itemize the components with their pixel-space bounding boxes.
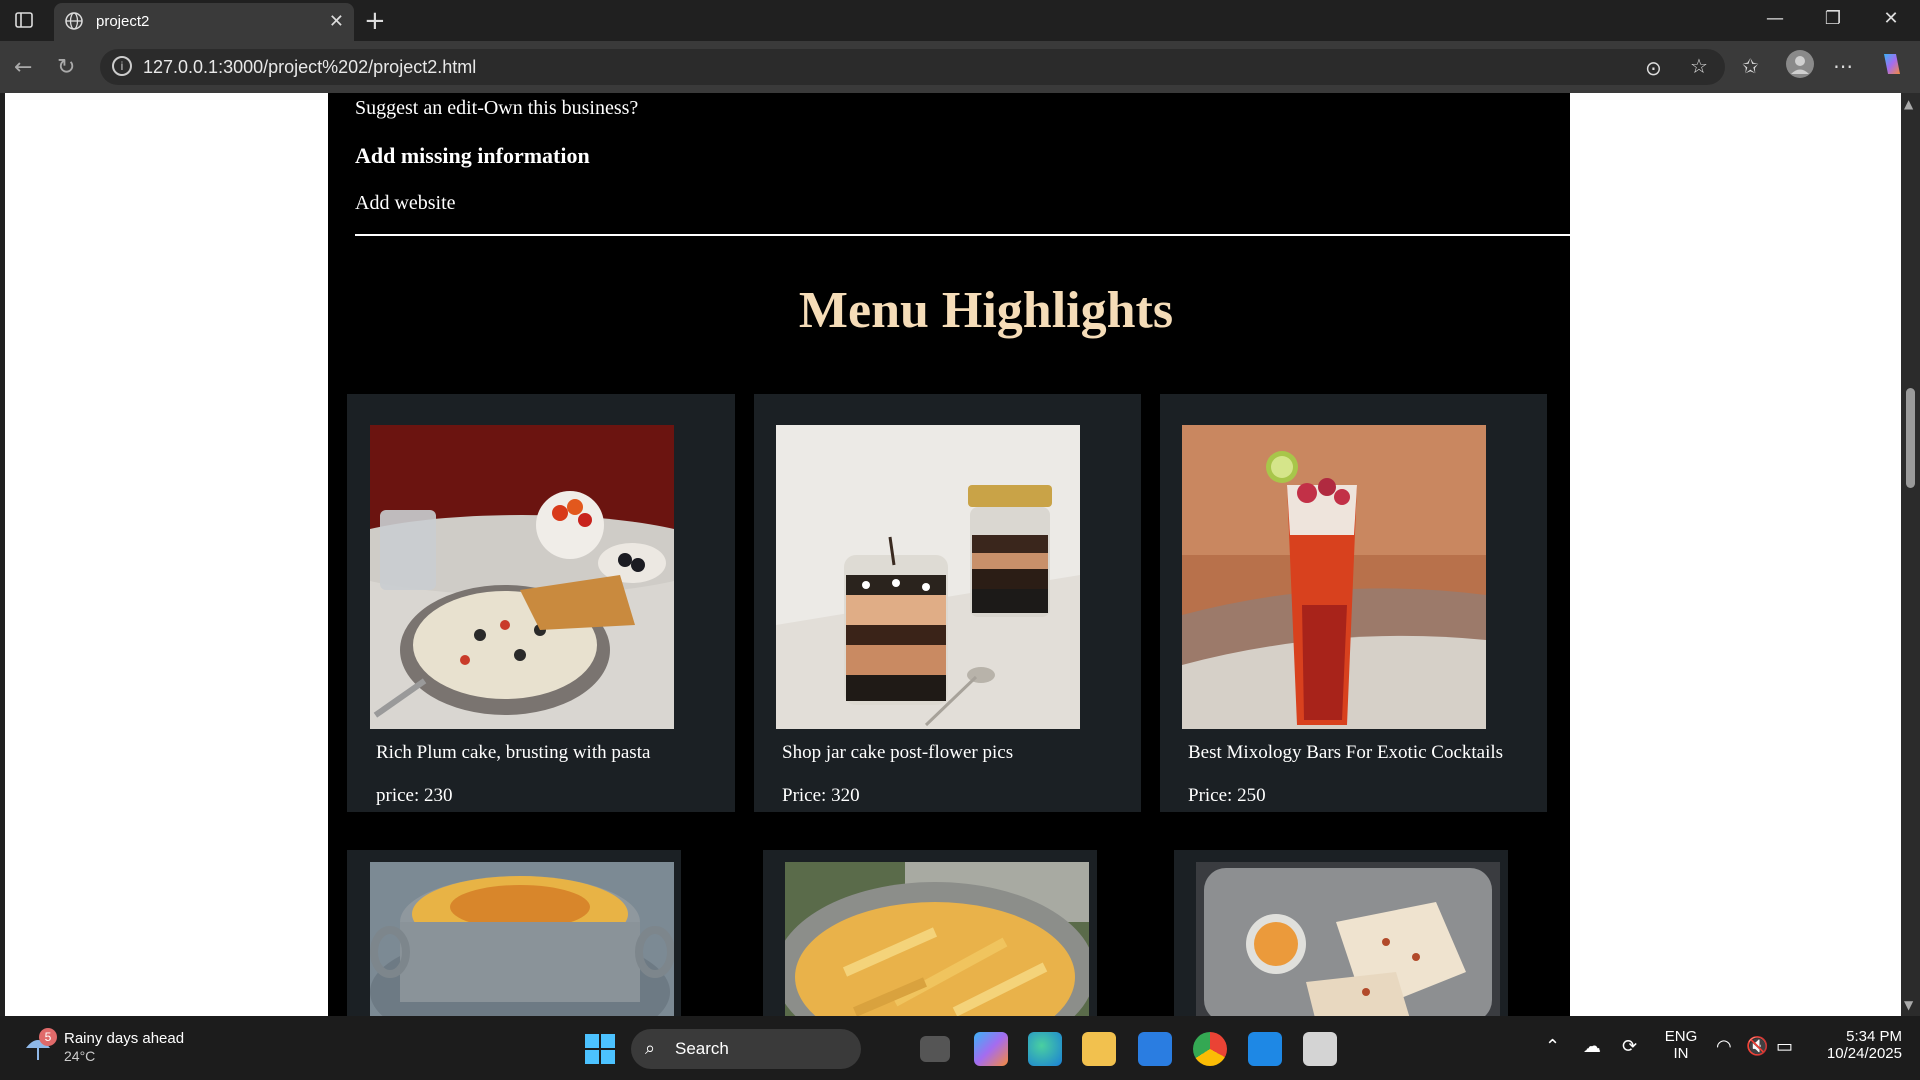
url-text[interactable]: 127.0.0.1:3000/project%202/project2.html	[143, 57, 476, 78]
copilot-app-icon[interactable]	[974, 1032, 1008, 1066]
edge-browser-icon[interactable]	[1028, 1032, 1062, 1066]
clock[interactable]: 5:34 PM 10/24/2025	[1812, 1028, 1902, 1062]
globe-icon	[64, 11, 84, 35]
scroll-thumb[interactable]	[1906, 388, 1915, 488]
sync-icon[interactable]: ⟳	[1622, 1036, 1637, 1057]
site-info-icon[interactable]: i	[112, 56, 132, 76]
profile-avatar-icon[interactable]	[1785, 49, 1815, 84]
scroll-down-icon[interactable]: ▼	[1904, 998, 1913, 1012]
browser-toolbar: ← ↻ i 127.0.0.1:3000/project%202/project…	[0, 41, 1920, 93]
menu-card-price: price: 230	[376, 785, 453, 806]
menu-card[interactable]	[763, 850, 1097, 1016]
page-viewport: Suggest an edit-Own this business? Add m…	[5, 93, 1901, 1016]
wifi-icon[interactable]: ◠	[1716, 1036, 1732, 1057]
back-icon[interactable]: ←	[14, 55, 32, 80]
region-code: IN	[1673, 1045, 1689, 1062]
scroll-up-icon[interactable]: ▲	[1904, 97, 1913, 111]
copilot-icon[interactable]	[1878, 50, 1906, 83]
date-text: 10/24/2025	[1826, 1045, 1902, 1062]
menu-card[interactable]: Shop jar cake post-flower pics Price: 32…	[754, 394, 1141, 812]
reload-icon[interactable]: ↻	[57, 55, 75, 80]
reader-icon[interactable]: ⊙	[1645, 56, 1662, 80]
microsoft-store-icon[interactable]	[1138, 1032, 1172, 1066]
search-label: Search	[675, 1039, 729, 1058]
menu-card-price: Price: 320	[782, 785, 860, 806]
suggest-edit-link[interactable]: Suggest an edit-Own this business?	[355, 97, 638, 120]
weather-alert-badge: 5	[39, 1028, 57, 1046]
file-explorer-icon[interactable]	[1082, 1032, 1116, 1066]
page-scrollbar[interactable]: ▲ ▼	[1901, 93, 1920, 1016]
show-hidden-icons-icon[interactable]: ⌃	[1545, 1036, 1560, 1057]
minimize-icon[interactable]: —	[1760, 8, 1790, 29]
menu-card-name: Rich Plum cake, brusting with pasta	[376, 742, 651, 763]
menu-card-price: Price: 250	[1188, 785, 1266, 806]
tab-strip: project2 ✕ + — ❐ ✕	[0, 0, 1920, 41]
onedrive-icon[interactable]: ☁	[1583, 1036, 1601, 1057]
task-view-icon[interactable]	[920, 1036, 950, 1062]
favorite-star-icon[interactable]: ☆	[1690, 54, 1708, 78]
favorites-icon[interactable]: ✩	[1742, 54, 1759, 78]
chrome-icon[interactable]	[1193, 1032, 1227, 1066]
menu-highlights-title: Menu Highlights	[798, 282, 1174, 339]
more-menu-icon[interactable]: ⋯	[1833, 54, 1853, 78]
new-tab-icon[interactable]: +	[364, 6, 386, 36]
jar-cake-photo	[776, 425, 1080, 729]
menu-card[interactable]: Rich Plum cake, brusting with pasta pric…	[347, 394, 735, 812]
search-icon: ⌕	[645, 1038, 656, 1058]
language-indicator[interactable]: ENG IN	[1664, 1028, 1698, 1062]
vscode-icon[interactable]	[1248, 1032, 1282, 1066]
address-bar[interactable]: i 127.0.0.1:3000/project%202/project2.ht…	[100, 49, 1725, 85]
menu-card[interactable]	[347, 850, 681, 1016]
cocktail-photo	[1182, 425, 1486, 729]
taskbar: 5 Rainy days ahead 24°C ⌕ Search ⌃ ☁ ⟳ E…	[0, 1016, 1920, 1080]
weather-temperature: 24°C	[64, 1048, 96, 1064]
time-text: 5:34 PM	[1846, 1028, 1902, 1045]
missing-info-heading: Add missing information	[355, 143, 590, 168]
taskbar-search[interactable]: ⌕ Search	[631, 1029, 861, 1069]
menu-card[interactable]	[1174, 850, 1508, 1016]
close-window-icon[interactable]: ✕	[1876, 8, 1906, 29]
weather-forecast: Rainy days ahead	[64, 1030, 185, 1047]
section-divider	[355, 234, 1570, 236]
sidebar-toggle-icon[interactable]	[14, 10, 34, 34]
chicken-platter-photo	[1196, 862, 1500, 1016]
snipping-tool-icon[interactable]	[1303, 1032, 1337, 1066]
page-content: Suggest an edit-Own this business? Add m…	[328, 93, 1570, 1016]
windows-start-icon[interactable]	[585, 1034, 615, 1069]
add-website-link[interactable]: Add website	[355, 192, 456, 215]
language-code: ENG	[1664, 1028, 1698, 1045]
restore-icon[interactable]: ❐	[1818, 8, 1848, 29]
menu-card-name: Best Mixology Bars For Exotic Cocktails	[1188, 742, 1504, 763]
menu-card-name: Shop jar cake post-flower pics	[782, 742, 1014, 763]
close-tab-icon[interactable]: ✕	[329, 11, 344, 32]
baked-casserole-photo	[370, 862, 674, 1016]
speaker-muted-icon[interactable]: 🔇	[1746, 1036, 1768, 1057]
pasta-bowl-photo	[370, 425, 674, 729]
tab-title: project2	[96, 13, 150, 30]
battery-icon[interactable]: ▭	[1776, 1036, 1793, 1057]
menu-card[interactable]: Best Mixology Bars For Exotic Cocktails …	[1160, 394, 1547, 812]
weather-widget[interactable]: 5 Rainy days ahead 24°C	[24, 1028, 184, 1069]
browser-tab[interactable]: project2 ✕	[54, 3, 354, 41]
pasta-fries-photo	[785, 862, 1089, 1016]
